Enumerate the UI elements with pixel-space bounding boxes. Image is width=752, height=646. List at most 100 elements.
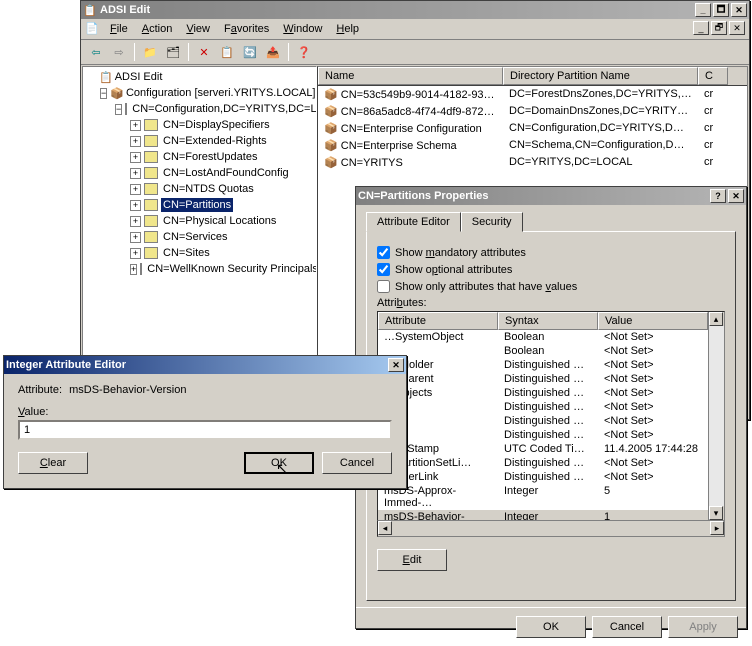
col-c[interactable]: C (698, 67, 728, 85)
collapse-icon[interactable]: − (115, 104, 122, 115)
menu-view[interactable]: View (180, 21, 216, 37)
scroll-down-button[interactable]: ▾ (709, 506, 723, 520)
props-titlebar: CN=Partitions Properties ? ✕ (356, 187, 746, 205)
expand-icon[interactable]: + (130, 216, 141, 227)
attr-row[interactable]: msDS-Behavior-VersionInteger1 (378, 510, 708, 520)
attr-row[interactable]: …fDistinguished …<Not Set> (378, 428, 708, 442)
menu-favorites[interactable]: Favorites (218, 21, 275, 37)
col-name[interactable]: Name (318, 67, 503, 85)
maximize-button[interactable]: 🗖 (713, 3, 729, 17)
tree-node-cn-displayspecifiers[interactable]: +CN=DisplaySpecifiers (85, 117, 314, 133)
expand-icon[interactable]: + (130, 152, 141, 163)
menu-action[interactable]: Action (136, 21, 179, 37)
list-row[interactable]: 📦 CN=Enterprise ConfigurationCN=Configur… (318, 120, 747, 137)
col-value[interactable]: Value (598, 312, 708, 330)
collapse-icon[interactable]: − (100, 88, 107, 99)
list-row[interactable]: 📦 CN=86a5adc8-4f74-4df9-872…DC=DomainDns… (318, 103, 747, 120)
vertical-scrollbar[interactable]: ▴ ▾ (708, 312, 724, 520)
list-row[interactable]: 📦 CN=YRITYSDC=YRITYS,DC=LOCALcr (318, 154, 747, 171)
cell-syntax: Distinguished … (498, 428, 598, 442)
edit-button[interactable]: Edit (377, 549, 447, 571)
expand-icon[interactable]: + (130, 248, 141, 259)
expand-icon[interactable]: + (130, 232, 141, 243)
expand-icon[interactable]: + (130, 200, 141, 211)
cell-value: <Not Set> (598, 400, 708, 414)
tree-node-cn-ntds-quotas[interactable]: +CN=NTDS Quotas (85, 181, 314, 197)
list-row[interactable]: 📦 CN=Enterprise SchemaCN=Schema,CN=Confi… (318, 137, 747, 154)
tree-node-cn-lostandfoundconfig[interactable]: +CN=LostAndFoundConfig (85, 165, 314, 181)
attributes-table[interactable]: Attribute Syntax Value …SystemObjectBool… (377, 311, 725, 521)
attr-row[interactable]: …eHolderDistinguished …<Not Set> (378, 358, 708, 372)
expand-icon[interactable]: + (130, 184, 141, 195)
refresh-button[interactable]: 🔄 (239, 42, 261, 62)
tree-config-dn[interactable]: −CN=Configuration,DC=YRITYS,DC=LOCAL (85, 101, 314, 117)
check-values[interactable]: Show only attributes that have values (377, 280, 725, 293)
scroll-up-button[interactable]: ▴ (709, 312, 723, 326)
mdi-close-button[interactable]: ✕ (729, 21, 745, 35)
menu-help[interactable]: Help (330, 21, 365, 37)
tree-node-cn-extended-rights[interactable]: +CN=Extended-Rights (85, 133, 314, 149)
cancel-button[interactable]: Cancel (592, 616, 662, 638)
cancel-button[interactable]: Cancel (322, 452, 392, 474)
tab-security[interactable]: Security (461, 212, 523, 232)
tree-node-cn-physical-locations[interactable]: +CN=Physical Locations (85, 213, 314, 229)
cell-value: 5 (598, 484, 708, 510)
delete-button[interactable]: ✕ (193, 42, 215, 62)
menu-window[interactable]: Window (277, 21, 328, 37)
tree-node-cn-partitions[interactable]: +CN=Partitions (85, 197, 314, 213)
up-button[interactable]: 📁 (139, 42, 161, 62)
cell-value: 1 (598, 510, 708, 520)
col-syntax[interactable]: Syntax (498, 312, 598, 330)
tree-node-cn-forestupdates[interactable]: +CN=ForestUpdates (85, 149, 314, 165)
horizontal-scrollbar[interactable]: ◂ ▸ (377, 521, 725, 537)
attr-row[interactable]: …PartitionSetLi…Distinguished …<Not Set> (378, 456, 708, 470)
tree-config-server[interactable]: −📦 Configuration [serveri.YRITYS.LOCAL] (85, 85, 314, 101)
value-input[interactable] (18, 420, 392, 440)
help-button[interactable]: ❓ (293, 42, 315, 62)
properties-button[interactable]: 📋 (216, 42, 238, 62)
minimize-button[interactable]: _ (695, 3, 711, 17)
check-mandatory[interactable]: Show mandatory attributes (377, 246, 725, 259)
attr-row[interactable]: …SystemObjectBoolean<Not Set> (378, 330, 708, 344)
tree-node-cn-sites[interactable]: +CN=Sites (85, 245, 314, 261)
ok-button[interactable]: OK ↖ (244, 452, 314, 474)
close-button[interactable]: ✕ (728, 189, 744, 203)
attr-row[interactable]: …ByDistinguished …<Not Set> (378, 414, 708, 428)
attr-row[interactable]: …neStampUTC Coded Ti…11.4.2005 17:44:28 (378, 442, 708, 456)
menu-file[interactable]: File (104, 21, 134, 37)
tab-attribute-editor[interactable]: Attribute Editor (366, 212, 461, 232)
back-button[interactable]: ⇦ (85, 42, 107, 62)
tree-node-cn-wellknown-security-principals[interactable]: +CN=WellKnown Security Principals (85, 261, 314, 277)
close-button[interactable]: ✕ (388, 358, 404, 372)
col-dpn[interactable]: Directory Partition Name (503, 67, 698, 85)
export-button[interactable]: 📤 (262, 42, 284, 62)
expand-icon[interactable]: + (130, 264, 137, 275)
attr-row[interactable]: …fDistinguished …<Not Set> (378, 400, 708, 414)
ok-button[interactable]: OK (516, 616, 586, 638)
show-hide-button[interactable]: 🗂 (162, 42, 184, 62)
check-optional[interactable]: Show optional attributes (377, 263, 725, 276)
scroll-left-button[interactable]: ◂ (378, 521, 392, 535)
tree-root[interactable]: 📋 ADSI Edit (85, 69, 314, 85)
clear-button[interactable]: Clear (18, 452, 88, 474)
apply-button[interactable]: Apply (668, 616, 738, 638)
attr-row[interactable]: Boolean<Not Set> (378, 344, 708, 358)
attr-row[interactable]: msDS-Approx-Immed-…Integer5 (378, 484, 708, 510)
tree-node-cn-services[interactable]: +CN=Services (85, 229, 314, 245)
col-attribute[interactable]: Attribute (378, 312, 498, 330)
expand-icon[interactable]: + (130, 120, 141, 131)
close-button[interactable]: ✕ (731, 3, 747, 17)
attr-row[interactable]: …UserLinkDistinguished …<Not Set> (378, 470, 708, 484)
scroll-right-button[interactable]: ▸ (710, 521, 724, 535)
expand-icon[interactable]: + (130, 168, 141, 179)
attribute-name-row: Attribute: msDS-Behavior-Version (18, 384, 392, 396)
attr-row[interactable]: …ObjectsDistinguished …<Not Set> (378, 386, 708, 400)
mdi-restore-button[interactable]: 🗗 (711, 21, 727, 35)
toolbar: ⇦ ⇨ 📁 🗂 ✕ 📋 🔄 📤 ❓ (81, 40, 749, 65)
list-row[interactable]: 📦 CN=53c549b9-9014-4182-93…DC=ForestDnsZ… (318, 86, 747, 103)
help-button[interactable]: ? (710, 189, 726, 203)
attr-row[interactable]: …nParentDistinguished …<Not Set> (378, 372, 708, 386)
mdi-minimize-button[interactable]: _ (693, 21, 709, 35)
forward-button[interactable]: ⇨ (108, 42, 130, 62)
expand-icon[interactable]: + (130, 136, 141, 147)
